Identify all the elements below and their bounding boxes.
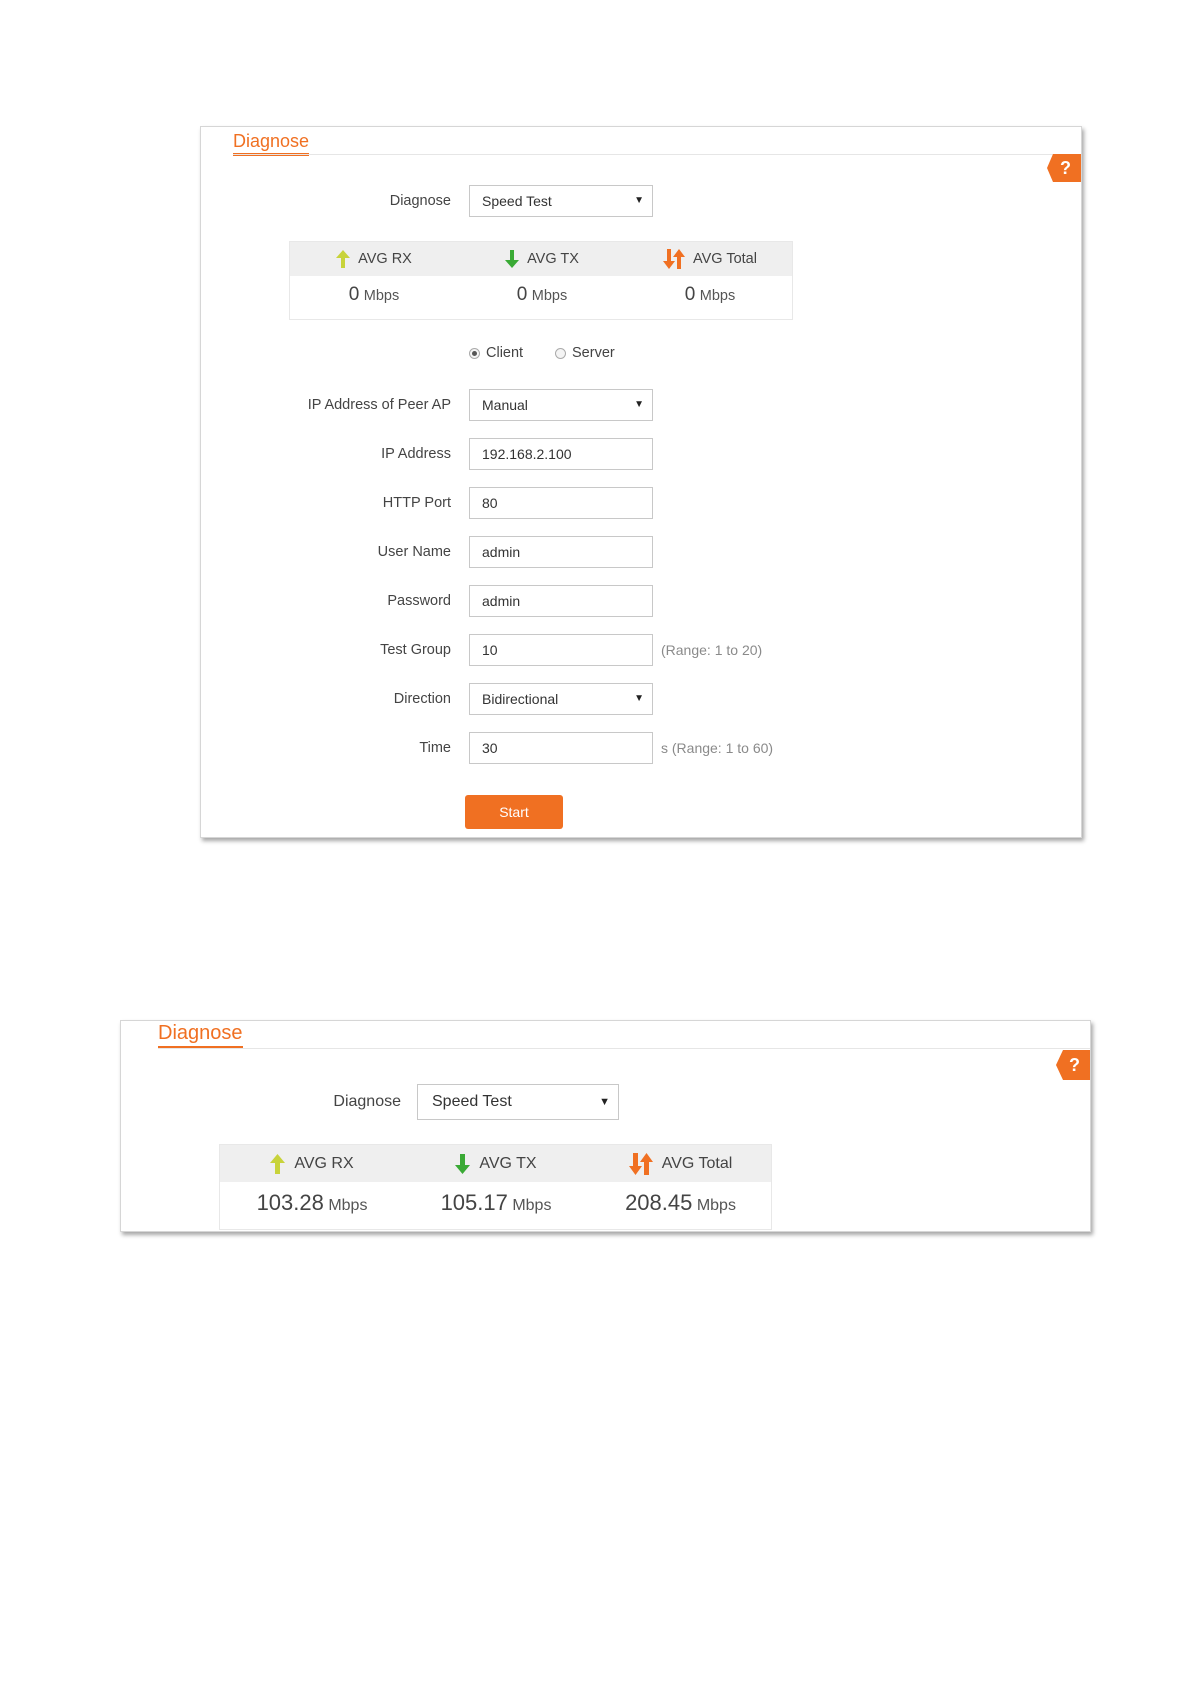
title-divider bbox=[158, 1048, 1090, 1049]
avg-rx-value: 0 Mbps bbox=[290, 284, 458, 306]
peer-ip-label: IP Address of Peer AP bbox=[307, 397, 451, 413]
diagnose-label: Diagnose bbox=[333, 1093, 401, 1110]
avg-rx-label: AVG RX bbox=[358, 251, 412, 267]
diagnose-select[interactable]: Speed Test ▼ bbox=[469, 185, 653, 217]
avg-total-number: 0 bbox=[684, 284, 696, 305]
avg-total-unit: Mbps bbox=[699, 288, 736, 304]
diagnose-label: Diagnose bbox=[389, 193, 451, 209]
ip-address-input[interactable]: 192.168.2.100 bbox=[469, 438, 653, 470]
avg-rx-label: AVG RX bbox=[294, 1154, 354, 1172]
user-name-label: User Name bbox=[377, 544, 451, 560]
avg-tx-header: AVG TX bbox=[458, 242, 626, 276]
avg-tx-header: AVG TX bbox=[404, 1145, 588, 1182]
avg-tx-label: AVG TX bbox=[479, 1154, 537, 1172]
test-group-input[interactable]: 10 bbox=[469, 634, 653, 666]
avg-total-label: AVG Total bbox=[661, 1154, 733, 1172]
diagnose-select-value: Speed Test bbox=[432, 1093, 512, 1110]
avg-total-number: 208.45 bbox=[625, 1190, 693, 1215]
radio-client[interactable]: Client bbox=[469, 345, 523, 361]
up-down-arrows-icon bbox=[628, 1152, 653, 1175]
help-button[interactable]: ? bbox=[1056, 1050, 1090, 1080]
test-group-hint: (Range: 1 to 20) bbox=[661, 642, 763, 658]
http-port-label: HTTP Port bbox=[382, 495, 451, 511]
diagnose-select[interactable]: Speed Test ▼ bbox=[417, 1084, 619, 1120]
avg-rx-unit: Mbps bbox=[363, 288, 400, 304]
diagnose-select-value: Speed Test bbox=[482, 193, 552, 209]
http-port-input[interactable]: 80 bbox=[469, 487, 653, 519]
radio-server-button[interactable] bbox=[555, 347, 566, 359]
avg-total-header: AVG Total bbox=[588, 1145, 773, 1182]
avg-rx-header: AVG RX bbox=[220, 1145, 404, 1182]
avg-total-value: 0 Mbps bbox=[626, 284, 794, 306]
chevron-down-icon: ▼ bbox=[634, 693, 644, 704]
avg-tx-unit: Mbps bbox=[531, 288, 568, 304]
avg-total-unit: Mbps bbox=[696, 1197, 736, 1214]
test-group-label: Test Group bbox=[380, 642, 451, 658]
diagnose-panel-result: Diagnose ? Diagnose Speed Test ▼ AVG RX … bbox=[120, 1020, 1091, 1232]
panel-title: Diagnose bbox=[233, 130, 310, 156]
speed-stats: AVG RX AVG TX AVG Total 103.28 Mbps 105.… bbox=[219, 1144, 772, 1230]
radio-server[interactable]: Server bbox=[555, 345, 615, 361]
avg-tx-value: 0 Mbps bbox=[458, 284, 626, 306]
avg-rx-number: 0 bbox=[348, 284, 360, 305]
chevron-down-icon: ▼ bbox=[634, 399, 644, 410]
direction-select-value: Bidirectional bbox=[482, 691, 559, 707]
up-arrow-icon bbox=[336, 250, 351, 268]
time-input[interactable]: 30 bbox=[469, 732, 653, 764]
radio-client-button[interactable] bbox=[469, 347, 480, 359]
password-label: Password bbox=[387, 593, 451, 609]
radio-server-label: Server bbox=[572, 345, 615, 361]
avg-tx-number: 0 bbox=[516, 284, 528, 305]
title-divider bbox=[233, 154, 1081, 155]
chevron-down-icon: ▼ bbox=[634, 195, 644, 206]
avg-tx-number: 105.17 bbox=[440, 1190, 508, 1215]
chevron-down-icon: ▼ bbox=[599, 1096, 610, 1108]
time-hint: s (Range: 1 to 60) bbox=[661, 740, 774, 756]
avg-total-value: 208.45 Mbps bbox=[588, 1190, 773, 1216]
down-arrow-icon bbox=[505, 250, 520, 268]
avg-rx-value: 103.28 Mbps bbox=[220, 1190, 404, 1216]
help-icon: ? bbox=[1069, 1055, 1080, 1075]
avg-rx-unit: Mbps bbox=[328, 1197, 368, 1214]
up-down-arrows-icon bbox=[663, 249, 686, 269]
direction-select[interactable]: Bidirectional ▼ bbox=[469, 683, 653, 715]
avg-tx-unit: Mbps bbox=[512, 1197, 552, 1214]
start-button[interactable]: Start bbox=[465, 795, 563, 829]
diagnose-panel-setup: Diagnose ? Diagnose Speed Test ▼ AVG RX … bbox=[200, 126, 1082, 838]
ip-address-label: IP Address bbox=[381, 446, 451, 462]
avg-rx-number: 103.28 bbox=[256, 1190, 324, 1215]
user-name-input[interactable]: admin bbox=[469, 536, 653, 568]
password-input[interactable]: admin bbox=[469, 585, 653, 617]
peer-ip-select-value: Manual bbox=[482, 397, 528, 413]
peer-ip-select[interactable]: Manual ▼ bbox=[469, 389, 653, 421]
up-arrow-icon bbox=[270, 1153, 286, 1174]
panel-title: Diagnose bbox=[158, 1021, 243, 1049]
avg-tx-value: 105.17 Mbps bbox=[404, 1190, 588, 1216]
down-arrow-icon bbox=[455, 1153, 471, 1174]
avg-tx-label: AVG TX bbox=[527, 251, 579, 267]
avg-rx-header: AVG RX bbox=[290, 242, 458, 276]
avg-total-label: AVG Total bbox=[693, 251, 757, 267]
speed-stats: AVG RX AVG TX AVG Total 0 Mbps 0 Mbps 0 … bbox=[289, 241, 793, 320]
help-icon: ? bbox=[1060, 158, 1071, 178]
time-label: Time bbox=[419, 740, 451, 756]
radio-client-label: Client bbox=[486, 345, 524, 361]
direction-label: Direction bbox=[393, 691, 451, 707]
help-button[interactable]: ? bbox=[1047, 154, 1081, 182]
avg-total-header: AVG Total bbox=[626, 242, 794, 276]
